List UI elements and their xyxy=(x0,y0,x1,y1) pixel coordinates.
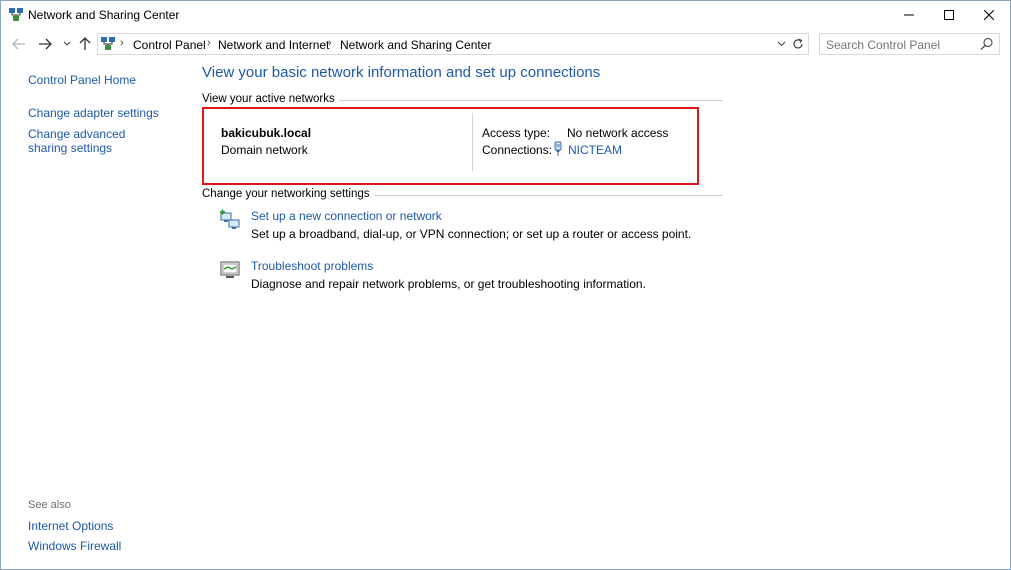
windows-firewall-link[interactable]: Windows Firewall xyxy=(28,539,121,553)
left-navigation-pane: Control Panel Home Change adapter settin… xyxy=(1,59,191,569)
maximize-icon xyxy=(944,10,954,20)
connections-label: Connections: xyxy=(482,143,553,157)
back-button[interactable] xyxy=(10,35,28,53)
forward-button[interactable] xyxy=(36,35,54,53)
search-box[interactable] xyxy=(819,33,1000,55)
maximize-button[interactable] xyxy=(927,1,971,29)
breadcrumb-network-and-internet[interactable]: Network and Internet xyxy=(218,38,329,52)
breadcrumb-control-panel[interactable]: Control Panel xyxy=(133,38,206,52)
see-also-label: See also xyxy=(28,499,71,511)
active-networks-heading: View your active networks xyxy=(202,93,339,105)
minimize-button[interactable] xyxy=(887,1,931,29)
network-panel-divider xyxy=(472,113,473,171)
troubleshoot-problems-link[interactable]: Troubleshoot problems xyxy=(251,259,373,273)
networking-settings-heading: Change your networking settings xyxy=(202,188,374,200)
network-category: Domain network xyxy=(221,143,308,157)
navigation-bar: › Control Panel › Network and Internet ›… xyxy=(1,31,1010,57)
refresh-icon xyxy=(793,38,803,49)
title-bar: Network and Sharing Center xyxy=(1,1,1010,29)
active-network-panel: bakicubuk.local Domain network Access ty… xyxy=(202,107,699,185)
page-title: View your basic network information and … xyxy=(202,64,601,81)
network-name: bakicubuk.local xyxy=(221,126,312,140)
arrow-right-icon xyxy=(39,38,52,50)
arrow-up-icon xyxy=(79,37,91,50)
recent-locations-button[interactable] xyxy=(58,35,76,53)
change-adapter-settings-link[interactable]: Change adapter settings xyxy=(28,106,159,120)
breadcrumb-separator-icon[interactable]: › xyxy=(207,37,211,49)
internet-options-link[interactable]: Internet Options xyxy=(28,519,113,533)
search-icon[interactable] xyxy=(980,37,994,51)
access-type-label: Access type: xyxy=(482,126,551,140)
troubleshoot-icon[interactable] xyxy=(219,259,241,281)
up-button[interactable] xyxy=(76,35,94,53)
close-icon xyxy=(984,10,994,20)
chevron-down-icon xyxy=(777,41,785,47)
address-history-button[interactable] xyxy=(774,36,788,52)
search-input[interactable] xyxy=(826,37,976,52)
troubleshoot-problems-description: Diagnose and repair network problems, or… xyxy=(251,277,646,291)
change-advanced-sharing-settings-link[interactable]: Change advanced sharing settings xyxy=(28,127,168,155)
breadcrumb-network-sharing-center[interactable]: Network and Sharing Center xyxy=(340,38,491,52)
control-panel-icon xyxy=(101,37,115,50)
address-bar[interactable]: › Control Panel › Network and Internet ›… xyxy=(97,33,809,55)
minimize-icon xyxy=(904,14,914,16)
new-connection-icon[interactable] xyxy=(219,209,241,231)
close-button[interactable] xyxy=(967,1,1010,29)
nicteam-connection-link[interactable]: NICTEAM xyxy=(568,143,622,157)
breadcrumb-separator-icon[interactable]: › xyxy=(120,37,124,49)
chevron-down-icon xyxy=(63,41,71,46)
window-title: Network and Sharing Center xyxy=(28,8,180,22)
setup-connection-description: Set up a broadband, dial-up, or VPN conn… xyxy=(251,227,692,241)
setup-connection-link[interactable]: Set up a new connection or network xyxy=(251,209,442,223)
ethernet-connection-icon xyxy=(554,141,562,156)
arrow-left-icon xyxy=(12,38,25,50)
refresh-button[interactable] xyxy=(790,36,806,52)
access-type-value: No network access xyxy=(567,126,669,140)
network-sharing-center-window: Network and Sharing Center › Control Pan… xyxy=(0,0,1011,570)
breadcrumb-separator-icon[interactable]: › xyxy=(328,37,332,49)
control-panel-home-link[interactable]: Control Panel Home xyxy=(28,73,136,87)
network-center-icon xyxy=(9,8,23,21)
